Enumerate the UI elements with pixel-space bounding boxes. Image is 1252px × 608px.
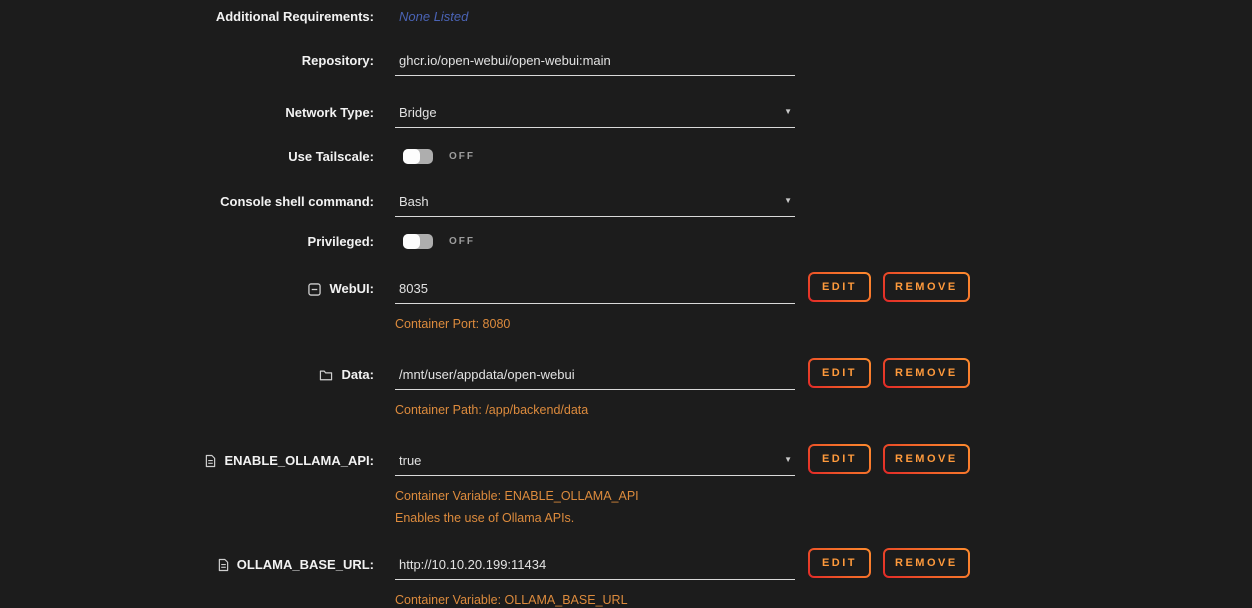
enable-ollama-api-description: Enables the use of Ollama APIs. [395, 511, 795, 526]
remove-button[interactable]: REMOVE [883, 548, 970, 578]
use-tailscale-toggle[interactable] [403, 149, 433, 164]
privileged-label: Privileged: [308, 234, 374, 250]
privileged-state: OFF [449, 236, 475, 247]
data-label: Data: [341, 367, 374, 383]
ollama-base-url-helper-text: Container Variable: OLLAMA_BASE_URL [395, 593, 795, 608]
edit-button[interactable]: EDIT [808, 444, 871, 474]
toggle-knob [403, 234, 420, 249]
network-type-value: Bridge [399, 105, 437, 120]
repository-input[interactable]: ghcr.io/open-webui/open-webui:main [395, 51, 795, 76]
use-tailscale-label: Use Tailscale: [288, 149, 374, 165]
ollama-base-url-input[interactable]: http://10.10.20.199:11434 [395, 555, 795, 580]
dropdown-arrow-icon: ▼ [784, 197, 792, 205]
row-use-tailscale: Use Tailscale: OFF [0, 147, 1252, 165]
data-path-input[interactable]: /mnt/user/appdata/open-webui [395, 365, 795, 390]
edit-button[interactable]: EDIT [808, 272, 871, 302]
additional-requirements-value: None Listed [395, 7, 795, 25]
network-type-label: Network Type: [285, 105, 374, 121]
remove-button[interactable]: REMOVE [883, 444, 970, 474]
data-helper-text: Container Path: /app/backend/data [395, 403, 795, 418]
file-icon [205, 454, 216, 468]
row-network-type: Network Type: Bridge ▼ [0, 103, 1252, 128]
webui-label: WebUI: [329, 281, 374, 297]
row-additional-requirements: Additional Requirements: None Listed [0, 7, 1252, 25]
row-ollama-base-url: OLLAMA_BASE_URL: http://10.10.20.199:114… [0, 555, 1252, 608]
enable-ollama-api-helper-text: Container Variable: ENABLE_OLLAMA_API [395, 489, 795, 504]
row-webui-port: WebUI: 8035 Container Port: 8080 EDIT RE… [0, 279, 1252, 332]
remove-button[interactable]: REMOVE [883, 272, 970, 302]
folder-icon [319, 369, 333, 381]
enable-ollama-api-value: true [399, 453, 421, 468]
remove-button[interactable]: REMOVE [883, 358, 970, 388]
repository-label: Repository: [302, 53, 374, 69]
row-privileged: Privileged: OFF [0, 232, 1252, 250]
privileged-toggle[interactable] [403, 234, 433, 249]
enable-ollama-api-label: ENABLE_OLLAMA_API: [224, 453, 374, 469]
row-repository: Repository: ghcr.io/open-webui/open-webu… [0, 51, 1252, 76]
dropdown-arrow-icon: ▼ [784, 456, 792, 464]
edit-button[interactable]: EDIT [808, 548, 871, 578]
row-console-shell-command: Console shell command: Bash ▼ [0, 192, 1252, 217]
webui-helper-text: Container Port: 8080 [395, 317, 795, 332]
ollama-base-url-label: OLLAMA_BASE_URL: [237, 557, 374, 573]
dropdown-arrow-icon: ▼ [784, 108, 792, 116]
network-type-select[interactable]: Bridge ▼ [395, 103, 795, 128]
minus-square-icon [308, 283, 321, 296]
additional-requirements-label: Additional Requirements: [216, 9, 374, 25]
console-shell-command-label: Console shell command: [220, 194, 374, 210]
toggle-knob [403, 149, 420, 164]
edit-button[interactable]: EDIT [808, 358, 871, 388]
use-tailscale-state: OFF [449, 151, 475, 162]
row-data-path: Data: /mnt/user/appdata/open-webui Conta… [0, 365, 1252, 418]
enable-ollama-api-select[interactable]: true ▼ [395, 451, 795, 476]
docker-container-settings-form: Additional Requirements: None Listed Rep… [0, 0, 1252, 599]
console-shell-command-select[interactable]: Bash ▼ [395, 192, 795, 217]
row-enable-ollama-api: ENABLE_OLLAMA_API: true ▼ Container Vari… [0, 451, 1252, 526]
file-icon [218, 558, 229, 572]
console-shell-command-value: Bash [399, 194, 429, 209]
webui-port-input[interactable]: 8035 [395, 279, 795, 304]
